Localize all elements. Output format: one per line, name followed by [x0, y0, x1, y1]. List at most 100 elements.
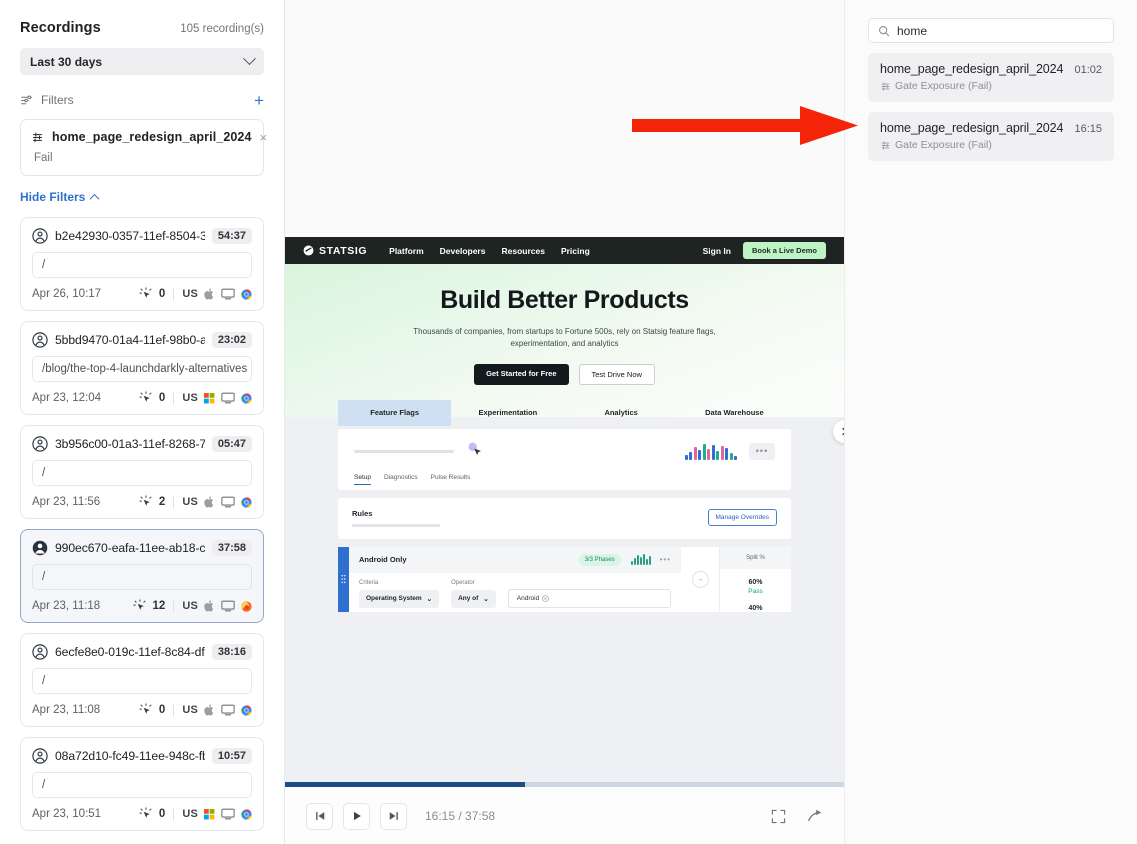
hero-subhead: Thousands of companies, from startups to… [285, 326, 844, 351]
cta-secondary-button: Test Drive Now [578, 363, 655, 385]
split-column: Split % 60% Pass 40% [719, 546, 791, 612]
product-tabs: Feature Flags Experimentation Analytics … [338, 399, 791, 426]
site-navbar: STATSIG Platform Developers Resources Pr… [285, 237, 844, 264]
recording-url: / [32, 252, 252, 278]
divider [173, 391, 175, 405]
search-box[interactable] [868, 18, 1114, 43]
nav-link-resources: Resources [501, 245, 545, 256]
recording-list-item[interactable]: 6ecfe8e0-019c-11ef-8c84-df45 38:16 / Apr 23… [20, 633, 264, 727]
recording-header: 6ecfe8e0-019c-11ef-8c84-df45 38:16 [32, 644, 252, 660]
filter-chip-value: Fail [34, 152, 53, 164]
recording-country: US [182, 704, 198, 716]
fullscreen-button[interactable] [771, 809, 786, 824]
recordings-count: 105 recording(s) [180, 23, 264, 35]
cursor-pointer-icon [466, 441, 486, 461]
recording-country: US [182, 600, 198, 612]
recording-badges: 2 US [139, 495, 252, 509]
product-screenshot: ••• Setup Diagnostics Pulse Results Rule… [285, 417, 844, 783]
recording-country: US [182, 808, 198, 820]
user-avatar-icon [32, 436, 48, 452]
sign-in-link: Sign In [702, 245, 731, 256]
page-title: Recordings [20, 20, 101, 36]
play-button[interactable] [343, 802, 370, 830]
recording-click-count: 12 [152, 600, 166, 612]
hero-subhead-line2: experimentation, and analytics [510, 339, 619, 349]
windows-os-icon [204, 392, 215, 404]
desktop-device-icon [221, 808, 235, 820]
recording-header: 3b956c00-01a3-11ef-8268-71 05:47 [32, 436, 252, 452]
rule-body: Criteria Operating System ⌄ Operator Any… [349, 573, 681, 608]
user-avatar-icon [32, 748, 48, 764]
tab-analytics: Analytics [604, 407, 638, 417]
recording-click-count: 0 [158, 392, 166, 404]
nav-link-developers: Developers [439, 245, 486, 256]
divider [173, 599, 175, 613]
hide-filters-button[interactable]: Hide Filters [20, 190, 264, 204]
tab-feature-flags: Feature Flags [338, 399, 452, 426]
mini-bar-chart [684, 443, 737, 460]
chevron-down-icon: ⌄ [426, 595, 433, 603]
remove-tag-icon [542, 594, 549, 602]
event-list-item[interactable]: home_page_redesign_april_2024 Gate Exposu… [868, 112, 1114, 161]
recording-url: / [32, 564, 252, 590]
controls-row: 16:15 / 37:58 [285, 788, 844, 844]
skeleton-line [352, 524, 440, 527]
recording-country: US [182, 392, 198, 404]
recording-list-item[interactable]: 990ec670-eafa-11ee-ab18-c7a 37:58 / Apr 23,… [20, 529, 264, 623]
recording-list-item[interactable]: b2e42930-0357-11ef-8504-39 54:37 / Apr 26, … [20, 217, 264, 311]
chevron-down-icon: ⌄ [483, 595, 489, 603]
skip-back-button[interactable] [306, 802, 333, 830]
filters-row: Filters + [20, 89, 264, 111]
apple-os-icon [204, 288, 215, 300]
rule-mini-chart [630, 554, 651, 565]
search-input[interactable] [897, 23, 1104, 38]
recording-country: US [182, 288, 198, 300]
event-subtitle-row: Gate Exposure (Fail) [880, 139, 1064, 151]
user-avatar-icon [32, 332, 48, 348]
click-count-icon [139, 287, 153, 301]
skip-forward-button[interactable] [380, 802, 407, 830]
red-arrow-annotation [632, 104, 860, 148]
recording-meta-row: Apr 26, 10:17 0 US [32, 287, 252, 301]
operator-select: Any of ⌄ [451, 589, 496, 608]
recording-duration: 23:02 [211, 332, 252, 348]
rules-header-card: Rules Manage Overrides [338, 498, 791, 539]
search-icon [878, 25, 890, 37]
operator-field: Operator Any of ⌄ [451, 580, 496, 608]
progress-fill [285, 782, 526, 787]
recording-badges: 0 US [139, 391, 252, 405]
hide-filters-label: Hide Filters [20, 190, 86, 204]
time-display: 16:15 / 37:58 [425, 809, 496, 823]
share-button[interactable] [807, 808, 823, 824]
drag-handle [338, 546, 349, 612]
product-panel-tabs: Setup Diagnostics Pulse Results [354, 474, 775, 490]
filter-chip-header: home_page_redesign_april_2024 × [31, 130, 267, 144]
close-icon[interactable]: × [260, 131, 268, 144]
recording-id: 990ec670-eafa-11ee-ab18-c7a [55, 541, 205, 555]
date-range-select[interactable]: Last 30 days [20, 48, 264, 75]
event-text: home_page_redesign_april_2024 Gate Exposu… [880, 62, 1064, 92]
product-panel: ••• Setup Diagnostics Pulse Results [338, 429, 791, 490]
recording-list-item[interactable]: 3b956c00-01a3-11ef-8268-71 05:47 / Apr 23, … [20, 425, 264, 519]
split-fail-percent: 40% [748, 604, 763, 612]
split-pass-label: Pass [748, 587, 763, 595]
recording-list-item[interactable]: 5bbd9470-01a4-11ef-98b0-ad 23:02/blog/the… [20, 321, 264, 415]
recording-list-item[interactable]: 08a72d10-fc49-11ee-948c-fb0 10:57 / Apr 23,… [20, 737, 264, 831]
recording-meta-row: Apr 23, 11:08 0 US [32, 703, 252, 717]
click-count-icon [139, 703, 153, 717]
firefox-browser-icon [241, 600, 252, 612]
criteria-field: Criteria Operating System ⌄ [359, 580, 440, 608]
progress-bar[interactable] [285, 782, 844, 787]
divider [173, 703, 175, 717]
panel-tab-diagnostics: Diagnostics [384, 474, 418, 481]
event-subtitle: Gate Exposure (Fail) [895, 139, 992, 151]
windows-os-icon [204, 808, 215, 820]
active-filter-chip[interactable]: home_page_redesign_april_2024 × Fail [20, 119, 267, 176]
app-root: Recordings 105 recording(s) Last 30 days… [0, 0, 1137, 844]
divider [173, 287, 175, 301]
event-list-item[interactable]: home_page_redesign_april_2024 Gate Exposu… [868, 53, 1114, 102]
event-name: home_page_redesign_april_2024 [880, 62, 1064, 76]
recording-duration: 38:16 [211, 644, 252, 660]
add-filter-button[interactable]: + [254, 92, 264, 109]
split-header: Split % [720, 546, 791, 569]
